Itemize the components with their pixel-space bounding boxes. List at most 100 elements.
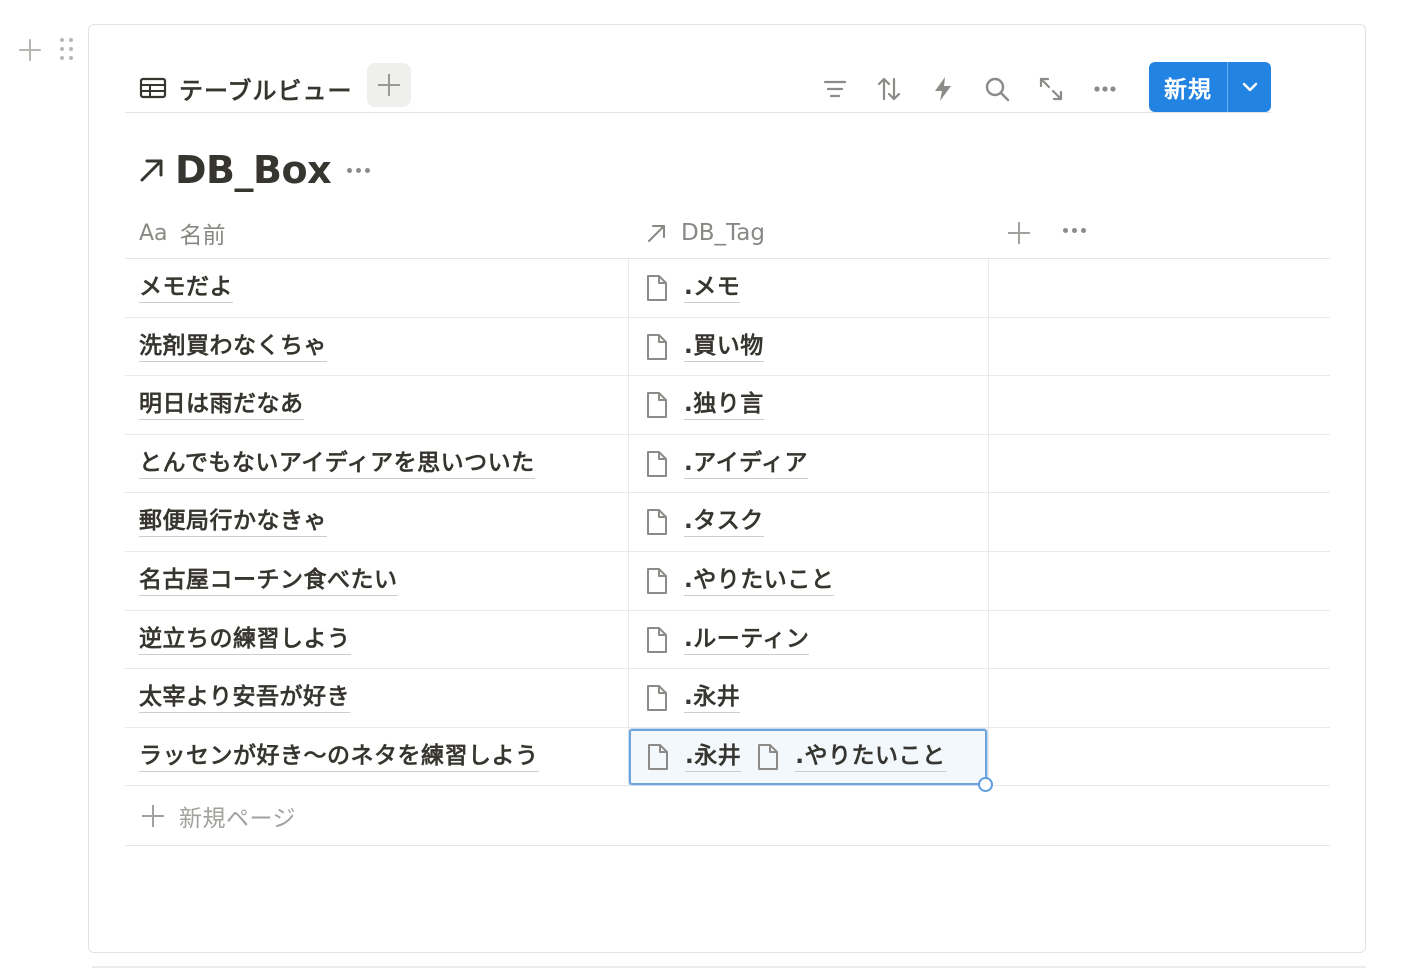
sort-icon[interactable]	[869, 69, 909, 109]
tag-cell[interactable]: .独り言	[628, 376, 988, 434]
column-divider	[988, 669, 989, 727]
table-icon	[139, 77, 167, 99]
tag-cell[interactable]: .メモ	[628, 259, 988, 317]
column-divider	[988, 376, 989, 434]
relation-icon	[648, 225, 665, 242]
relation-tag[interactable]: .アイディア	[644, 449, 808, 479]
add-property-icon[interactable]	[1005, 219, 1033, 247]
name-cell[interactable]: ラッセンが好き〜のネタを練習しよう	[139, 728, 539, 786]
table-row[interactable]: 郵便局行かなきゃ .タスク	[125, 493, 1330, 552]
relation-tag[interactable]: .タスク	[644, 507, 764, 538]
cell-resize-handle[interactable]	[978, 776, 993, 792]
column-divider	[988, 434, 989, 493]
add-view-button[interactable]	[367, 63, 411, 107]
row-title: とんでもないアイディアを思いついた	[139, 449, 535, 479]
page-icon	[647, 626, 667, 653]
relation-tag[interactable]: .やりたいこと	[755, 742, 946, 772]
table-row[interactable]: 太宰より安吾が好き .永井	[125, 669, 1330, 728]
row-title: メモだよ	[139, 273, 233, 303]
drag-handle-icon[interactable]	[60, 37, 74, 63]
row-title: 郵便局行かなきゃ	[139, 507, 327, 538]
name-cell[interactable]: 明日は雨だなあ	[139, 376, 304, 434]
column-divider	[988, 317, 989, 376]
relation-tag[interactable]: .独り言	[644, 390, 764, 421]
tag-cell[interactable]: .タスク	[628, 493, 988, 551]
page-icon	[647, 392, 667, 419]
relation-tag[interactable]: .メモ	[644, 273, 741, 303]
text-property-icon: Aa	[139, 220, 168, 246]
column-divider	[988, 610, 989, 669]
column-more-icon[interactable]	[1063, 228, 1086, 233]
block-gutter	[14, 34, 74, 66]
row-title: 逆立ちの練習しよう	[139, 625, 351, 655]
tag-cell[interactable]: .ルーティン	[628, 611, 988, 669]
page-icon	[647, 275, 667, 301]
table-body: メモだよ .メモ洗剤買わなくちゃ .買い物明日は雨だなあ .独り言とんでもないアイディ…	[125, 259, 1330, 792]
name-cell[interactable]: 郵便局行かなきゃ	[139, 493, 327, 551]
chevron-down-icon[interactable]	[1228, 77, 1271, 97]
linked-arrow-icon	[140, 159, 163, 182]
search-icon[interactable]	[977, 69, 1017, 109]
relation-tag[interactable]: .買い物	[644, 332, 764, 362]
database-more-icon[interactable]	[347, 165, 375, 175]
database-title-text: DB_Box	[175, 148, 332, 192]
row-title: ラッセンが好き〜のネタを練習しよう	[139, 742, 539, 772]
filter-icon[interactable]	[815, 69, 855, 109]
relation-tag-label: .永井	[684, 683, 741, 714]
page-icon	[648, 743, 668, 770]
relation-tag[interactable]: .永井	[644, 683, 741, 714]
page-icon	[647, 567, 667, 594]
relation-tag-label: .永井	[685, 742, 742, 772]
name-cell[interactable]: 名古屋コーチン食べたい	[139, 552, 398, 610]
table-row[interactable]: 明日は雨だなあ .独り言	[125, 376, 1330, 435]
page-icon	[647, 685, 667, 712]
table-row[interactable]: 逆立ちの練習しよう .ルーティン	[125, 610, 1330, 670]
expand-icon[interactable]	[1031, 69, 1071, 109]
row-title: 明日は雨だなあ	[139, 390, 304, 421]
name-cell[interactable]: 太宰より安吾が好き	[139, 669, 351, 727]
page-icon	[647, 509, 667, 536]
table-row[interactable]: とんでもないアイディアを思いついた .アイディア	[125, 434, 1330, 494]
view-toolbar: テーブルビュー 新規	[125, 61, 1271, 113]
column-header-name[interactable]: Aa 名前	[139, 207, 226, 259]
database-table: Aa 名前 DB_Tag メモだよ .メモ洗剤買わなくちゃ .買い物明日は雨だなあ.…	[125, 207, 1330, 847]
tag-cell[interactable]: .アイディア	[628, 435, 988, 493]
new-page-button[interactable]: 新規ページ	[125, 786, 1330, 847]
relation-tag-label: .タスク	[684, 507, 764, 538]
name-cell[interactable]: 洗剤買わなくちゃ	[139, 318, 327, 376]
column-name-label: 名前	[179, 223, 226, 249]
relation-tag-label: .ルーティン	[684, 625, 810, 655]
relation-tag[interactable]: .ルーティン	[644, 625, 810, 655]
table-header: Aa 名前 DB_Tag	[125, 207, 1330, 259]
tab-table-view[interactable]: テーブルビュー	[139, 75, 353, 105]
relation-tag[interactable]: .永井	[645, 742, 742, 772]
more-icon[interactable]	[1085, 69, 1125, 109]
row-title: 太宰より安吾が好き	[139, 683, 351, 714]
add-block-icon[interactable]	[14, 34, 46, 66]
table-row[interactable]: ラッセンが好き〜のネタを練習しよう .永井 .やりたいこと	[125, 727, 1330, 792]
name-cell[interactable]: 逆立ちの練習しよう	[139, 611, 351, 669]
relation-tag[interactable]: .やりたいこと	[644, 566, 835, 596]
relation-tag-label: .やりたいこと	[684, 566, 835, 596]
automation-icon[interactable]	[923, 69, 963, 109]
new-button[interactable]: 新規	[1149, 62, 1271, 112]
column-tag-label: DB_Tag	[681, 220, 765, 246]
new-page-label: 新規ページ	[179, 805, 297, 832]
tag-cell[interactable]: .やりたいこと	[628, 552, 988, 610]
selected-tag-cell[interactable]: .永井 .やりたいこと	[629, 728, 987, 785]
tag-cell[interactable]: .永井	[628, 669, 988, 727]
table-row[interactable]: メモだよ .メモ	[125, 259, 1330, 318]
name-cell[interactable]: とんでもないアイディアを思いついた	[139, 435, 535, 493]
view-tab-label: テーブルビュー	[179, 76, 353, 105]
column-header-tag[interactable]: DB_Tag	[645, 207, 765, 259]
row-title: 名古屋コーチン食べたい	[139, 566, 398, 596]
table-row[interactable]: 名古屋コーチン食べたい .やりたいこと	[125, 551, 1330, 611]
table-row[interactable]: 洗剤買わなくちゃ .買い物	[125, 317, 1330, 377]
relation-tag-label: .買い物	[684, 332, 764, 362]
tag-cell[interactable]: .買い物	[628, 318, 988, 376]
name-cell[interactable]: メモだよ	[139, 259, 233, 317]
page-icon	[758, 743, 779, 770]
plus-icon	[141, 804, 165, 828]
database-title[interactable]: DB_Box	[137, 147, 375, 193]
column-divider	[988, 493, 989, 551]
